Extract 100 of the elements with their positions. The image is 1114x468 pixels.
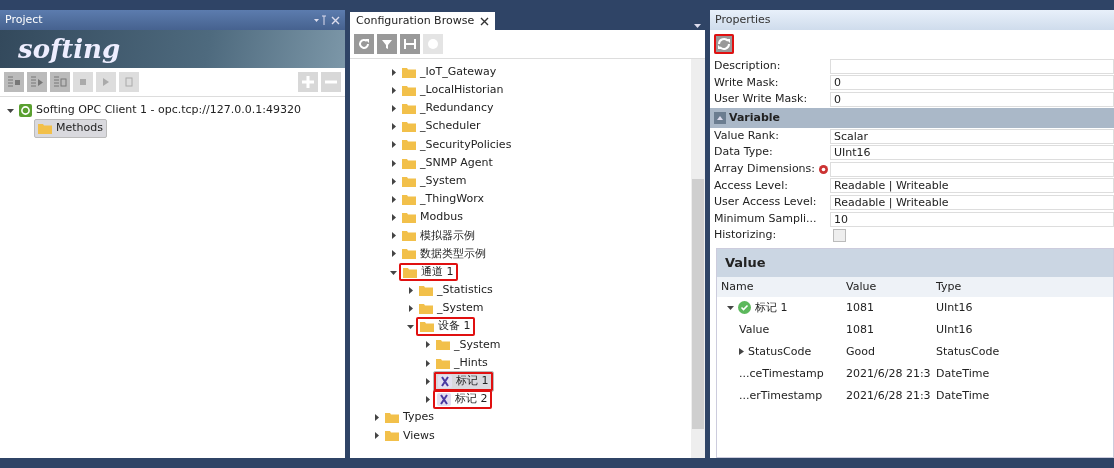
expand-caret-icon[interactable]	[389, 104, 397, 112]
property-label: Array Dimensions:	[714, 161, 816, 177]
refresh-button[interactable]	[714, 34, 734, 54]
expand-caret-icon[interactable]	[389, 232, 397, 240]
tree-item[interactable]: _System	[416, 300, 487, 317]
property-value-field[interactable]: 10	[830, 211, 1114, 227]
property-value-field[interactable]	[830, 161, 1114, 177]
collapse-icon[interactable]	[714, 111, 726, 124]
folder-icon	[420, 321, 434, 333]
property-value-field[interactable]: Readable | Writeable	[830, 194, 1114, 210]
collapse-caret-icon[interactable]	[389, 268, 397, 276]
folder-icon	[403, 266, 417, 278]
tree-item[interactable]: Methods	[34, 119, 107, 138]
property-label: User Access Level:	[714, 194, 817, 211]
tab[interactable]: Configuration Browse	[350, 11, 496, 30]
tree-item[interactable]: 通道 1	[399, 262, 458, 282]
table-cell-text: 1081	[846, 321, 875, 338]
table-cell-text: StatusCode	[748, 343, 812, 360]
tree-item[interactable]: Types	[382, 409, 437, 426]
tree-item[interactable]: 数据类型示例	[399, 245, 489, 263]
tree-item[interactable]: 标记 1	[433, 371, 494, 392]
tree-item[interactable]: Softing OPC Client 1 - opc.tcp://127.0.0.1:49320	[16, 101, 304, 119]
column-header: Type	[936, 278, 963, 295]
expand-caret-icon[interactable]	[739, 348, 744, 356]
toolbar-button[interactable]	[354, 34, 374, 54]
expand-caret-icon[interactable]	[389, 123, 397, 131]
expand-caret-icon[interactable]	[423, 359, 431, 367]
folder-icon	[402, 175, 416, 187]
tree-item[interactable]: _Hints	[433, 354, 491, 372]
expand-caret-icon[interactable]	[389, 214, 397, 222]
variable-icon	[437, 392, 451, 406]
property-value-field[interactable]: Scalar	[830, 128, 1114, 144]
property-label: Minimum Sampli...	[714, 210, 817, 227]
expand-caret-icon[interactable]	[406, 286, 414, 294]
toolbar-button[interactable]	[377, 34, 397, 54]
expand-caret-icon[interactable]	[389, 250, 397, 258]
folder-icon	[419, 284, 433, 296]
tree-item[interactable]: 设备 1	[416, 317, 475, 336]
stop-sign-icon	[425, 36, 441, 52]
checkbox[interactable]	[833, 229, 846, 243]
property-label: Write Mask:	[714, 74, 779, 91]
panel-title: Properties	[715, 11, 771, 28]
tree-item[interactable]: _LocalHistorian	[399, 82, 507, 99]
expand-caret-icon[interactable]	[389, 195, 397, 203]
folder-icon	[402, 121, 416, 133]
folder-icon	[402, 66, 416, 78]
expand-caret-icon[interactable]	[423, 395, 431, 403]
expand-caret-icon[interactable]	[389, 159, 397, 167]
table-cell-text: UInt16	[936, 321, 974, 338]
folder-icon	[385, 430, 399, 442]
expand-caret-icon[interactable]	[423, 377, 431, 385]
expand-caret-icon[interactable]	[389, 68, 397, 76]
tree-item[interactable]: _Scheduler	[399, 118, 484, 135]
property-value-field[interactable]: 0	[830, 92, 1114, 107]
expand-caret-icon[interactable]	[389, 141, 397, 149]
table-cell-text: ...ceTimestamp	[739, 365, 824, 382]
tree-item[interactable]: Views	[382, 427, 438, 445]
tree-item[interactable]: _SecurityPolicies	[399, 136, 515, 154]
scrollbar[interactable]	[691, 59, 705, 458]
table-cell-text: StatusCode	[936, 343, 1001, 360]
tree-item[interactable]: 标记 2	[433, 390, 492, 409]
property-label: Description:	[714, 58, 781, 75]
property-label: Value Rank:	[714, 127, 779, 144]
expand-caret-icon[interactable]	[406, 305, 414, 313]
expand-caret-icon[interactable]	[389, 177, 397, 185]
close-button[interactable]	[480, 15, 490, 27]
collapse-caret-icon[interactable]	[727, 304, 734, 312]
table-cell-text: UInt16	[936, 299, 974, 316]
property-label: Data Type:	[714, 144, 773, 161]
folder-icon	[38, 122, 52, 134]
tree-item[interactable]: _ThingWorx	[399, 191, 487, 208]
close-icon[interactable]	[331, 15, 340, 25]
folder-icon	[402, 212, 416, 224]
tree-item[interactable]: _System	[433, 336, 504, 354]
collapse-caret-icon[interactable]	[6, 106, 14, 114]
client-icon	[19, 103, 32, 117]
expand-caret-icon[interactable]	[389, 86, 397, 94]
property-value-field[interactable]: Readable | Writeable	[830, 178, 1114, 194]
tree-item[interactable]: 模拟器示例	[399, 227, 478, 245]
property-value-field[interactable]: 0	[830, 75, 1114, 91]
property-value-field[interactable]	[830, 58, 1114, 74]
toolbar-button[interactable]	[400, 34, 420, 54]
tree-item[interactable]: _Statistics	[416, 282, 496, 299]
section-title: Variable	[729, 109, 781, 126]
table-cell-text: 1081	[846, 299, 875, 316]
expand-caret-icon[interactable]	[372, 414, 380, 422]
tree-item[interactable]: _SNMP Agent	[399, 154, 496, 172]
tree-item[interactable]: _System	[399, 172, 470, 190]
expand-caret-icon[interactable]	[372, 432, 380, 440]
folder-icon	[385, 412, 399, 424]
property-label: Access Level:	[714, 177, 788, 194]
expand-caret-icon[interactable]	[423, 341, 431, 349]
table-cell-text: DateTime	[936, 365, 991, 382]
collapse-caret-icon[interactable]	[406, 323, 414, 331]
tree-item[interactable]: _Redundancy	[399, 100, 497, 117]
tree-item[interactable]: Modbus	[399, 209, 466, 226]
property-value-field[interactable]: UInt16	[830, 145, 1114, 161]
folder-icon	[402, 248, 416, 260]
tree-item[interactable]: _IoT_Gateway	[399, 63, 500, 81]
folder-icon	[436, 339, 450, 351]
